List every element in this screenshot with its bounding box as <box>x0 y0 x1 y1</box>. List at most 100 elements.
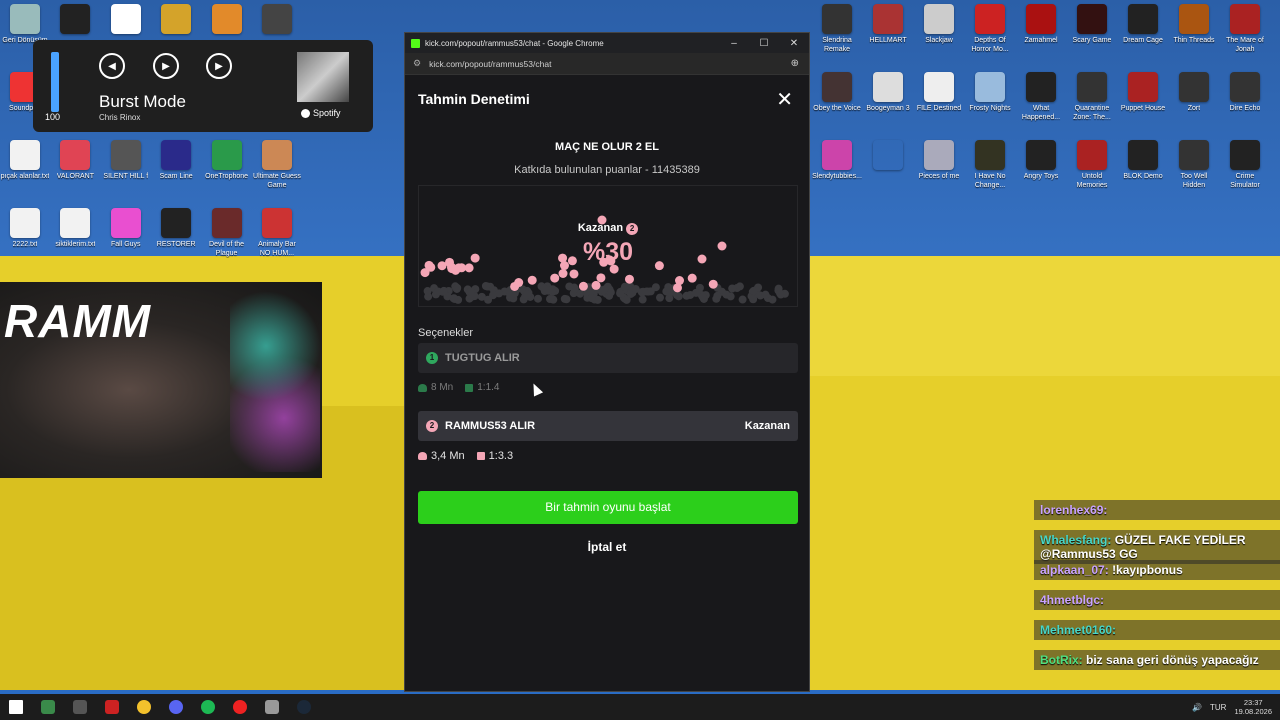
desktop-shortcut[interactable]: Dream Cage <box>1118 0 1168 68</box>
desktop-shortcut[interactable]: Pieces of me <box>914 136 964 204</box>
desktop-shortcut[interactable]: HELLMART <box>863 0 913 68</box>
desktop-shortcut[interactable]: Zort <box>1169 68 1219 136</box>
taskbar-app[interactable] <box>32 694 64 720</box>
shortcut-icon <box>822 4 852 34</box>
cancel-button[interactable]: İptal et <box>405 540 809 554</box>
chat-message: lorenhex69: <box>1034 500 1280 520</box>
taskbar-app[interactable] <box>64 694 96 720</box>
chat-username[interactable]: alpkaan_07: <box>1040 563 1109 577</box>
taskbar-app[interactable] <box>160 694 192 720</box>
desktop-shortcut[interactable]: Scam Line <box>151 136 201 204</box>
start-prediction-button[interactable]: Bir tahmin oyunu başlat <box>418 491 798 524</box>
desktop-shortcut[interactable]: Frosty Nights <box>965 68 1015 136</box>
chat-username[interactable]: lorenhex69: <box>1040 503 1107 517</box>
app-icon <box>265 700 279 714</box>
desktop-shortcut[interactable]: SILENT HILL f <box>101 136 151 204</box>
dot <box>675 276 685 286</box>
taskbar-chrome[interactable] <box>128 694 160 720</box>
maximize-icon[interactable]: ☐ <box>749 38 779 49</box>
dot <box>713 291 722 300</box>
desktop-shortcut[interactable]: What Happened... <box>1016 68 1066 136</box>
desktop-shortcut[interactable]: pıçak alanlar.txt <box>0 136 50 204</box>
taskbar-spotify[interactable] <box>192 694 224 720</box>
shortcut-icon <box>1230 72 1260 102</box>
desktop-shortcut[interactable]: Puppet House <box>1118 68 1168 136</box>
desktop-shortcut[interactable]: Boogeyman 3 <box>863 68 913 136</box>
option-1-number-badge: 1 <box>426 352 438 364</box>
chrome-icon <box>137 700 151 714</box>
clock[interactable]: 23:37 19.08.2026 <box>1234 698 1272 716</box>
desktop-shortcut[interactable]: Slackjaw <box>914 0 964 68</box>
desktop-shortcut[interactable]: Too Well Hidden <box>1169 136 1219 204</box>
desktop-shortcut[interactable]: Crime Simulator <box>1220 136 1270 204</box>
browser-titlebar[interactable]: kick.com/popout/rammus53/chat - Google C… <box>405 33 809 53</box>
desktop-shortcut[interactable]: Untold Memories <box>1067 136 1117 204</box>
next-track-icon[interactable]: ▶ <box>206 53 232 79</box>
shortcut-icon <box>1077 4 1107 34</box>
desktop-shortcut[interactable]: BLOK Demo <box>1118 136 1168 204</box>
desktop-shortcut[interactable]: Obey the Voice <box>812 68 862 136</box>
desktop-shortcut[interactable]: Quarantine Zone: The... <box>1067 68 1117 136</box>
desktop-shortcut[interactable]: 2222.txt <box>0 204 50 272</box>
site-info-icon[interactable]: ⚙ <box>413 58 421 69</box>
chat-username[interactable]: 4hmetblgc: <box>1040 593 1104 607</box>
shortcut-label: Ultimate Guess Game <box>253 173 301 189</box>
dot <box>761 290 770 299</box>
desktop-shortcut[interactable]: RESTORER <box>151 204 201 272</box>
taskbar-app[interactable] <box>96 694 128 720</box>
shortcut-icon <box>1179 72 1209 102</box>
window-controls: – ☐ ✕ <box>719 38 809 49</box>
minimize-icon[interactable]: – <box>719 38 749 49</box>
taskbar-app[interactable] <box>224 694 256 720</box>
shortcut-icon <box>873 4 903 34</box>
taskbar-app[interactable] <box>256 694 288 720</box>
desktop-shortcut[interactable]: Animaly Bar NO HUM... <box>252 204 302 272</box>
zoom-icon[interactable]: ⊕ <box>791 58 799 69</box>
desktop-shortcut[interactable]: Scary Game <box>1067 0 1117 68</box>
desktop-shortcut[interactable]: The Mare of Jonah <box>1220 0 1270 68</box>
dot <box>749 286 758 295</box>
close-window-icon[interactable]: ✕ <box>779 38 809 49</box>
desktop-shortcut[interactable]: Slendrina Remake <box>812 0 862 68</box>
previous-track-icon[interactable]: ◀ <box>99 53 125 79</box>
url-text[interactable]: kick.com/popout/rammus53/chat <box>429 59 551 69</box>
dot <box>587 294 596 303</box>
desktop-shortcut[interactable] <box>863 136 913 204</box>
browser-window: kick.com/popout/rammus53/chat - Google C… <box>404 32 810 692</box>
shortcut-label: BLOK Demo <box>1123 173 1163 180</box>
desktop-shortcut[interactable]: Thin Threads <box>1169 0 1219 68</box>
desktop-shortcut[interactable]: I Have No Change... <box>965 136 1015 204</box>
close-icon[interactable]: ✕ <box>776 87 793 112</box>
option-1[interactable]: 1 TUGTUG ALIR <box>418 343 798 373</box>
chat-username[interactable]: Mehmet0160: <box>1040 623 1116 637</box>
media-flyout: 100 ◀ ▶ ▶ Burst Mode Chris Rinox Spotify <box>33 40 373 132</box>
option-2-number-badge: 2 <box>426 420 438 432</box>
discord-icon <box>169 700 183 714</box>
shortcut-label: Devil of the Plague <box>209 241 245 257</box>
taskbar-steam[interactable] <box>288 694 320 720</box>
desktop-shortcut[interactable]: Depths Of Horror Mo... <box>965 0 1015 68</box>
dot <box>620 282 629 291</box>
start-button[interactable] <box>0 694 32 720</box>
desktop-shortcut[interactable]: FILE Destined <box>914 68 964 136</box>
address-bar[interactable]: ⚙ kick.com/popout/rammus53/chat ⊕ <box>405 53 809 75</box>
language-indicator[interactable]: TUR <box>1210 703 1226 712</box>
shortcut-icon <box>1077 72 1107 102</box>
desktop-shortcut[interactable]: Dire Echo <box>1220 68 1270 136</box>
chat-username[interactable]: BotRix: <box>1040 653 1083 667</box>
desktop-shortcut[interactable]: Slendytubbies... <box>812 136 862 204</box>
desktop-shortcut[interactable]: OneTrophone <box>202 136 252 204</box>
desktop-shortcut[interactable]: Ultimate Guess Game <box>252 136 302 204</box>
volume-icon[interactable]: 🔊 <box>1192 703 1202 712</box>
chat-username[interactable]: Whalesfang: <box>1040 533 1111 547</box>
desktop-shortcut[interactable]: VALORANT <box>50 136 100 204</box>
desktop-shortcut[interactable]: Angry Toys <box>1016 136 1066 204</box>
play-icon[interactable]: ▶ <box>153 53 179 79</box>
desktop-shortcut[interactable]: Fall Guys <box>101 204 151 272</box>
desktop-shortcut[interactable]: siktiklerim.txt <box>50 204 100 272</box>
points-contributed: Katkıda bulunulan puanlar - 11435389 <box>514 164 700 176</box>
webcam-lights <box>230 292 320 472</box>
option-2[interactable]: 2 RAMMUS53 ALIR Kazanan <box>418 411 798 441</box>
desktop-shortcut[interactable]: Devil of the Plague <box>202 204 252 272</box>
desktop-shortcut[interactable]: Zamahmel <box>1016 0 1066 68</box>
